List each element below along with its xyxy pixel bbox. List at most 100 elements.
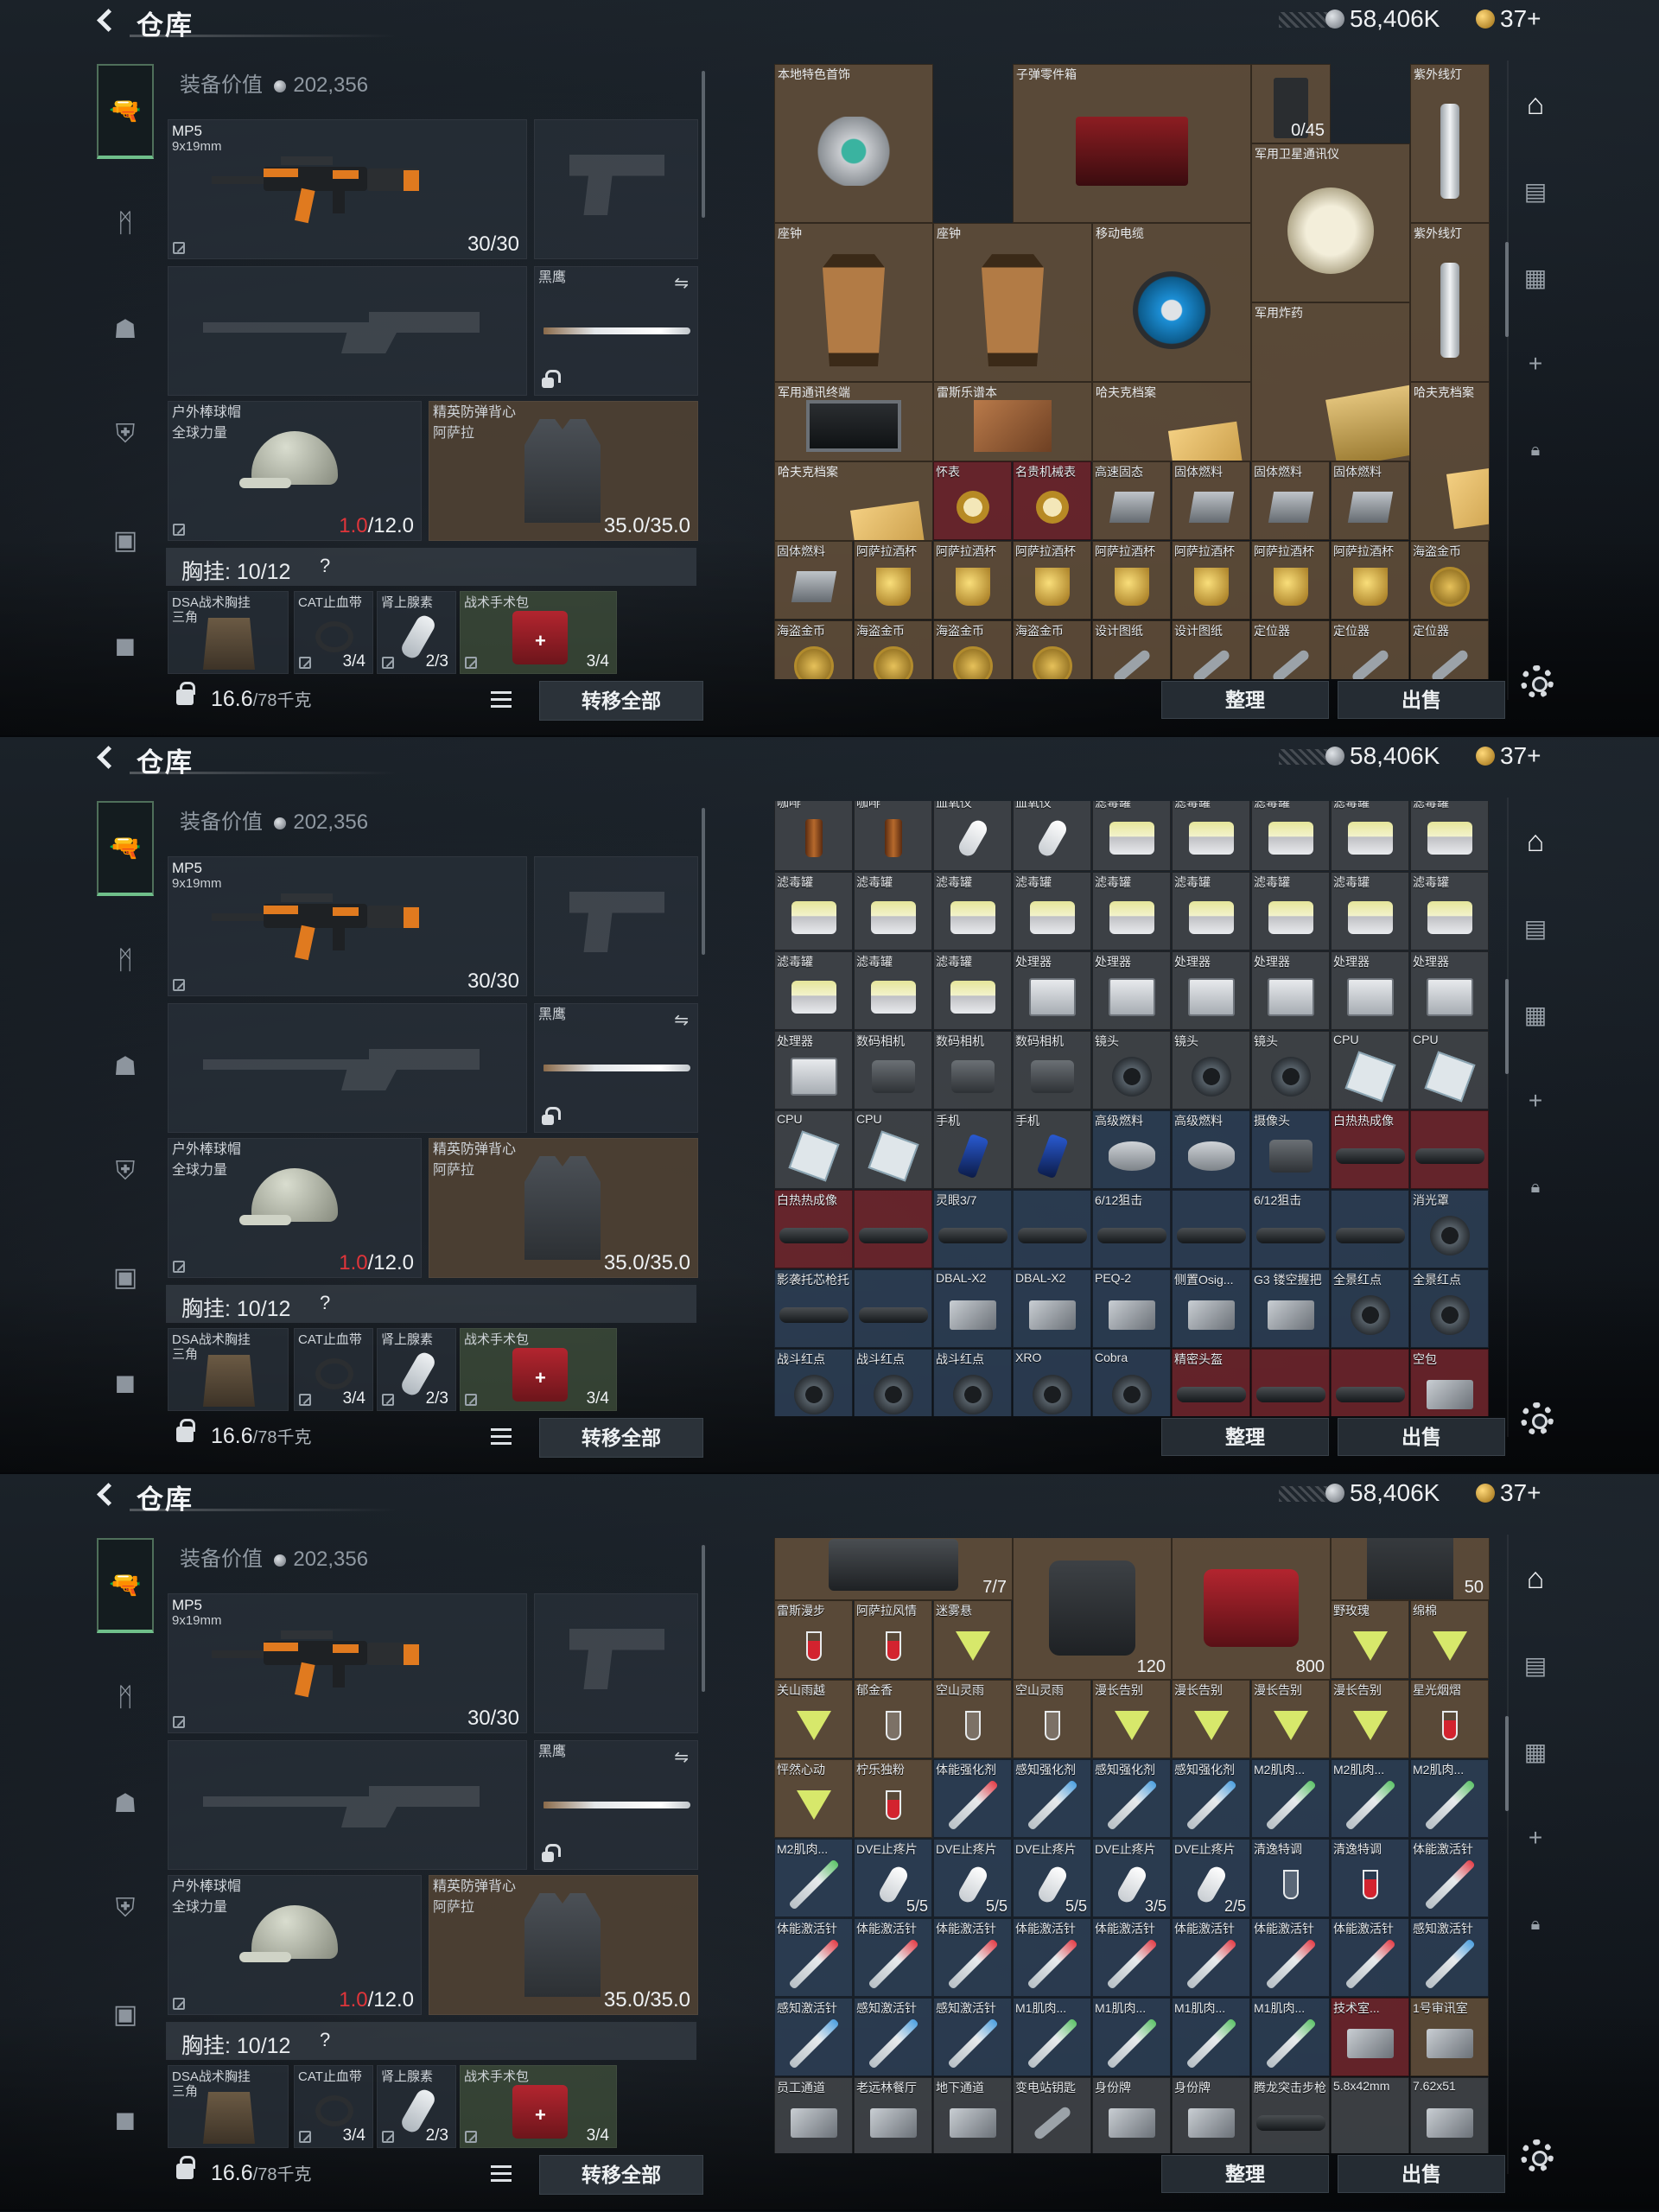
stash-item[interactable]: 高级燃料 bbox=[1092, 1110, 1171, 1189]
stash-item[interactable]: 处理器 bbox=[1331, 951, 1409, 1030]
stash-item[interactable]: 消光罩 bbox=[1410, 1190, 1489, 1268]
stash-item[interactable]: 定位器 bbox=[1251, 620, 1330, 679]
stash-item[interactable]: 6/12狙击 bbox=[1092, 1190, 1171, 1268]
stash-item[interactable]: 滤毒罐 bbox=[1172, 801, 1250, 871]
transfer-all-button[interactable]: 转移全部 bbox=[539, 1418, 703, 1458]
stash-item[interactable]: 灵眼3/7 bbox=[933, 1190, 1012, 1268]
stash-item-large[interactable]: 座钟 bbox=[933, 223, 1092, 382]
stash-item-large[interactable]: 移动电缆 bbox=[1092, 223, 1251, 382]
stash-item[interactable]: 5.8x42mm bbox=[1331, 2077, 1409, 2153]
list-icon[interactable] bbox=[491, 1428, 512, 1446]
stash-item[interactable]: 阿萨拉风情 bbox=[854, 1600, 932, 1679]
nav-helmet-icon[interactable]: ☗ bbox=[97, 282, 154, 377]
stash-item[interactable] bbox=[1013, 1190, 1091, 1268]
chest-rig-bar[interactable]: 胸挂: 10/12 ? bbox=[166, 1285, 696, 1323]
stash-tab-1-icon[interactable]: ▤ bbox=[1517, 1647, 1554, 1683]
stash-item[interactable]: 海盗金币 bbox=[854, 620, 932, 679]
stash-item[interactable] bbox=[1331, 1190, 1409, 1268]
stash-item[interactable]: 身份牌 bbox=[1172, 2077, 1250, 2153]
gold-currency[interactable]: 37+ bbox=[1476, 1479, 1541, 1507]
safe-box-icon[interactable]: ⌂ bbox=[1517, 86, 1554, 123]
stash-item[interactable]: 固体燃料 bbox=[1331, 461, 1409, 540]
back-arrow-icon[interactable] bbox=[93, 7, 119, 33]
rig-item-slot[interactable]: 战术手术包 + 3/4 bbox=[460, 1328, 617, 1411]
rig-help-icon[interactable]: ? bbox=[320, 1292, 330, 1314]
stash-item[interactable]: M1肌肉... bbox=[1172, 1998, 1250, 2076]
stash-item[interactable] bbox=[854, 1190, 932, 1268]
equip-scrollbar[interactable] bbox=[702, 808, 705, 955]
stash-item[interactable]: 体能激活针 bbox=[1172, 1918, 1250, 1997]
stash-item[interactable]: 感知激活针 bbox=[1410, 1918, 1489, 1997]
nav-rig-icon[interactable]: ᛗ bbox=[97, 176, 154, 271]
stash-item[interactable]: 镜头 bbox=[1092, 1031, 1171, 1109]
secondary-weapon-slot[interactable] bbox=[168, 266, 527, 396]
stash-item[interactable]: G3 镂空握把 bbox=[1251, 1269, 1330, 1348]
stash-item[interactable]: 体能激活针 bbox=[1092, 1918, 1171, 1997]
stash-item-large[interactable]: 哈夫克档案 bbox=[774, 461, 933, 541]
stash-item[interactable]: 怦然心动 bbox=[774, 1759, 853, 1838]
stash-item[interactable]: 空包 bbox=[1410, 1349, 1489, 1416]
stash-item[interactable]: CPU bbox=[774, 1110, 853, 1189]
sell-button[interactable]: 出售 bbox=[1338, 1418, 1505, 1456]
stash-item[interactable]: 滤毒罐 bbox=[1092, 872, 1171, 950]
stash-item[interactable]: 滤毒罐 bbox=[774, 951, 853, 1030]
stash-item[interactable]: 咖啡 bbox=[854, 801, 932, 871]
stash-item[interactable]: 滤毒罐 bbox=[1092, 801, 1171, 871]
nav-weapons-icon[interactable]: 🔫 bbox=[97, 1538, 154, 1633]
stash-item[interactable]: 空山灵雨 bbox=[1013, 1680, 1091, 1758]
stash-item-large[interactable]: 紫外线灯 bbox=[1410, 223, 1490, 382]
stash-item[interactable]: 处理器 bbox=[1251, 951, 1330, 1030]
melee-slot[interactable]: 黑鹰 ⇋ bbox=[534, 1740, 698, 1870]
stash-item[interactable]: 数码相机 bbox=[933, 1031, 1012, 1109]
stash-item[interactable]: 感知强化剂 bbox=[1172, 1759, 1250, 1838]
stash-item[interactable]: 阿萨拉酒杯 bbox=[1172, 541, 1250, 620]
stash-item-large[interactable]: 120 bbox=[1013, 1538, 1172, 1680]
back-arrow-icon[interactable] bbox=[93, 744, 119, 770]
stash-item[interactable]: 精密头盔 bbox=[1172, 1349, 1250, 1416]
add-tab-icon[interactable]: + bbox=[1517, 1083, 1554, 1119]
stash-item[interactable]: 7.62x51 bbox=[1410, 2077, 1489, 2153]
stash-item[interactable]: 身份牌 bbox=[1092, 2077, 1171, 2153]
melee-slot[interactable]: 黑鹰 ⇋ bbox=[534, 266, 698, 396]
gold-currency[interactable]: 37+ bbox=[1476, 5, 1541, 33]
safe-box-icon[interactable]: ⌂ bbox=[1517, 1560, 1554, 1597]
stash-item[interactable]: M1肌肉... bbox=[1251, 1998, 1330, 2076]
stash-item[interactable]: 滤毒罐 bbox=[774, 872, 853, 950]
stash-item[interactable]: 镜头 bbox=[1172, 1031, 1250, 1109]
nav-helmet-icon[interactable]: ☗ bbox=[97, 1756, 154, 1851]
stash-item[interactable]: 滤毒罐 bbox=[854, 872, 932, 950]
stash-item[interactable]: 员工通道 bbox=[774, 2077, 853, 2153]
settings-gear-icon[interactable] bbox=[1521, 665, 1554, 698]
sort-button[interactable]: 整理 bbox=[1161, 1418, 1329, 1456]
stash-item[interactable]: 体能激活针 bbox=[933, 1918, 1012, 1997]
add-tab-icon[interactable]: + bbox=[1517, 1820, 1554, 1856]
stash-item[interactable]: 阿萨拉酒杯 bbox=[854, 541, 932, 620]
swap-icon[interactable]: ⇋ bbox=[674, 272, 689, 294]
primary-weapon-slot[interactable]: MP5 9x19mm 30/30 bbox=[168, 856, 527, 996]
rig-item-slot[interactable]: DSA战术胸挂 三角 bbox=[168, 1328, 289, 1411]
primary-weapon-slot[interactable]: MP5 9x19mm 30/30 bbox=[168, 1593, 527, 1733]
rig-item-slot[interactable]: DSA战术胸挂 三角 bbox=[168, 591, 289, 674]
stash-item[interactable]: Cobra bbox=[1092, 1349, 1171, 1416]
stash-item[interactable] bbox=[1172, 1190, 1250, 1268]
stash-item[interactable]: 手机 bbox=[1013, 1110, 1091, 1189]
stash-item[interactable]: DVE止疼片 5/5 bbox=[1013, 1839, 1091, 1917]
stash-item[interactable]: 阿萨拉酒杯 bbox=[1331, 541, 1409, 620]
stash-item[interactable]: 体能激活针 bbox=[1251, 1918, 1330, 1997]
stash-item[interactable]: 滤毒罐 bbox=[1410, 801, 1489, 871]
stash-item[interactable]: DVE止疼片 5/5 bbox=[933, 1839, 1012, 1917]
rig-item-slot[interactable]: CAT止血带 3/4 bbox=[294, 1328, 373, 1411]
swap-icon[interactable]: ⇋ bbox=[674, 1746, 689, 1768]
stash-item[interactable]: 感知激活针 bbox=[933, 1998, 1012, 2076]
settings-gear-icon[interactable] bbox=[1521, 2139, 1554, 2172]
nav-case-icon[interactable]: ◼ bbox=[97, 2072, 154, 2167]
stash-item[interactable]: 滤毒罐 bbox=[1331, 801, 1409, 871]
settings-gear-icon[interactable] bbox=[1521, 1402, 1554, 1435]
stash-item[interactable]: 滤毒罐 bbox=[1251, 801, 1330, 871]
stash-item[interactable]: 空山灵雨 bbox=[933, 1680, 1012, 1758]
stash-item[interactable]: 滤毒罐 bbox=[1331, 872, 1409, 950]
helmet-slot[interactable]: 户外棒球帽 全球力量 1.0/12.0 bbox=[168, 401, 422, 541]
stash-item[interactable]: 摄像头 bbox=[1251, 1110, 1330, 1189]
rig-item-slot[interactable]: 肾上腺素 2/3 bbox=[377, 2065, 456, 2148]
stash-item[interactable]: 柠乐独粉 bbox=[854, 1759, 932, 1838]
